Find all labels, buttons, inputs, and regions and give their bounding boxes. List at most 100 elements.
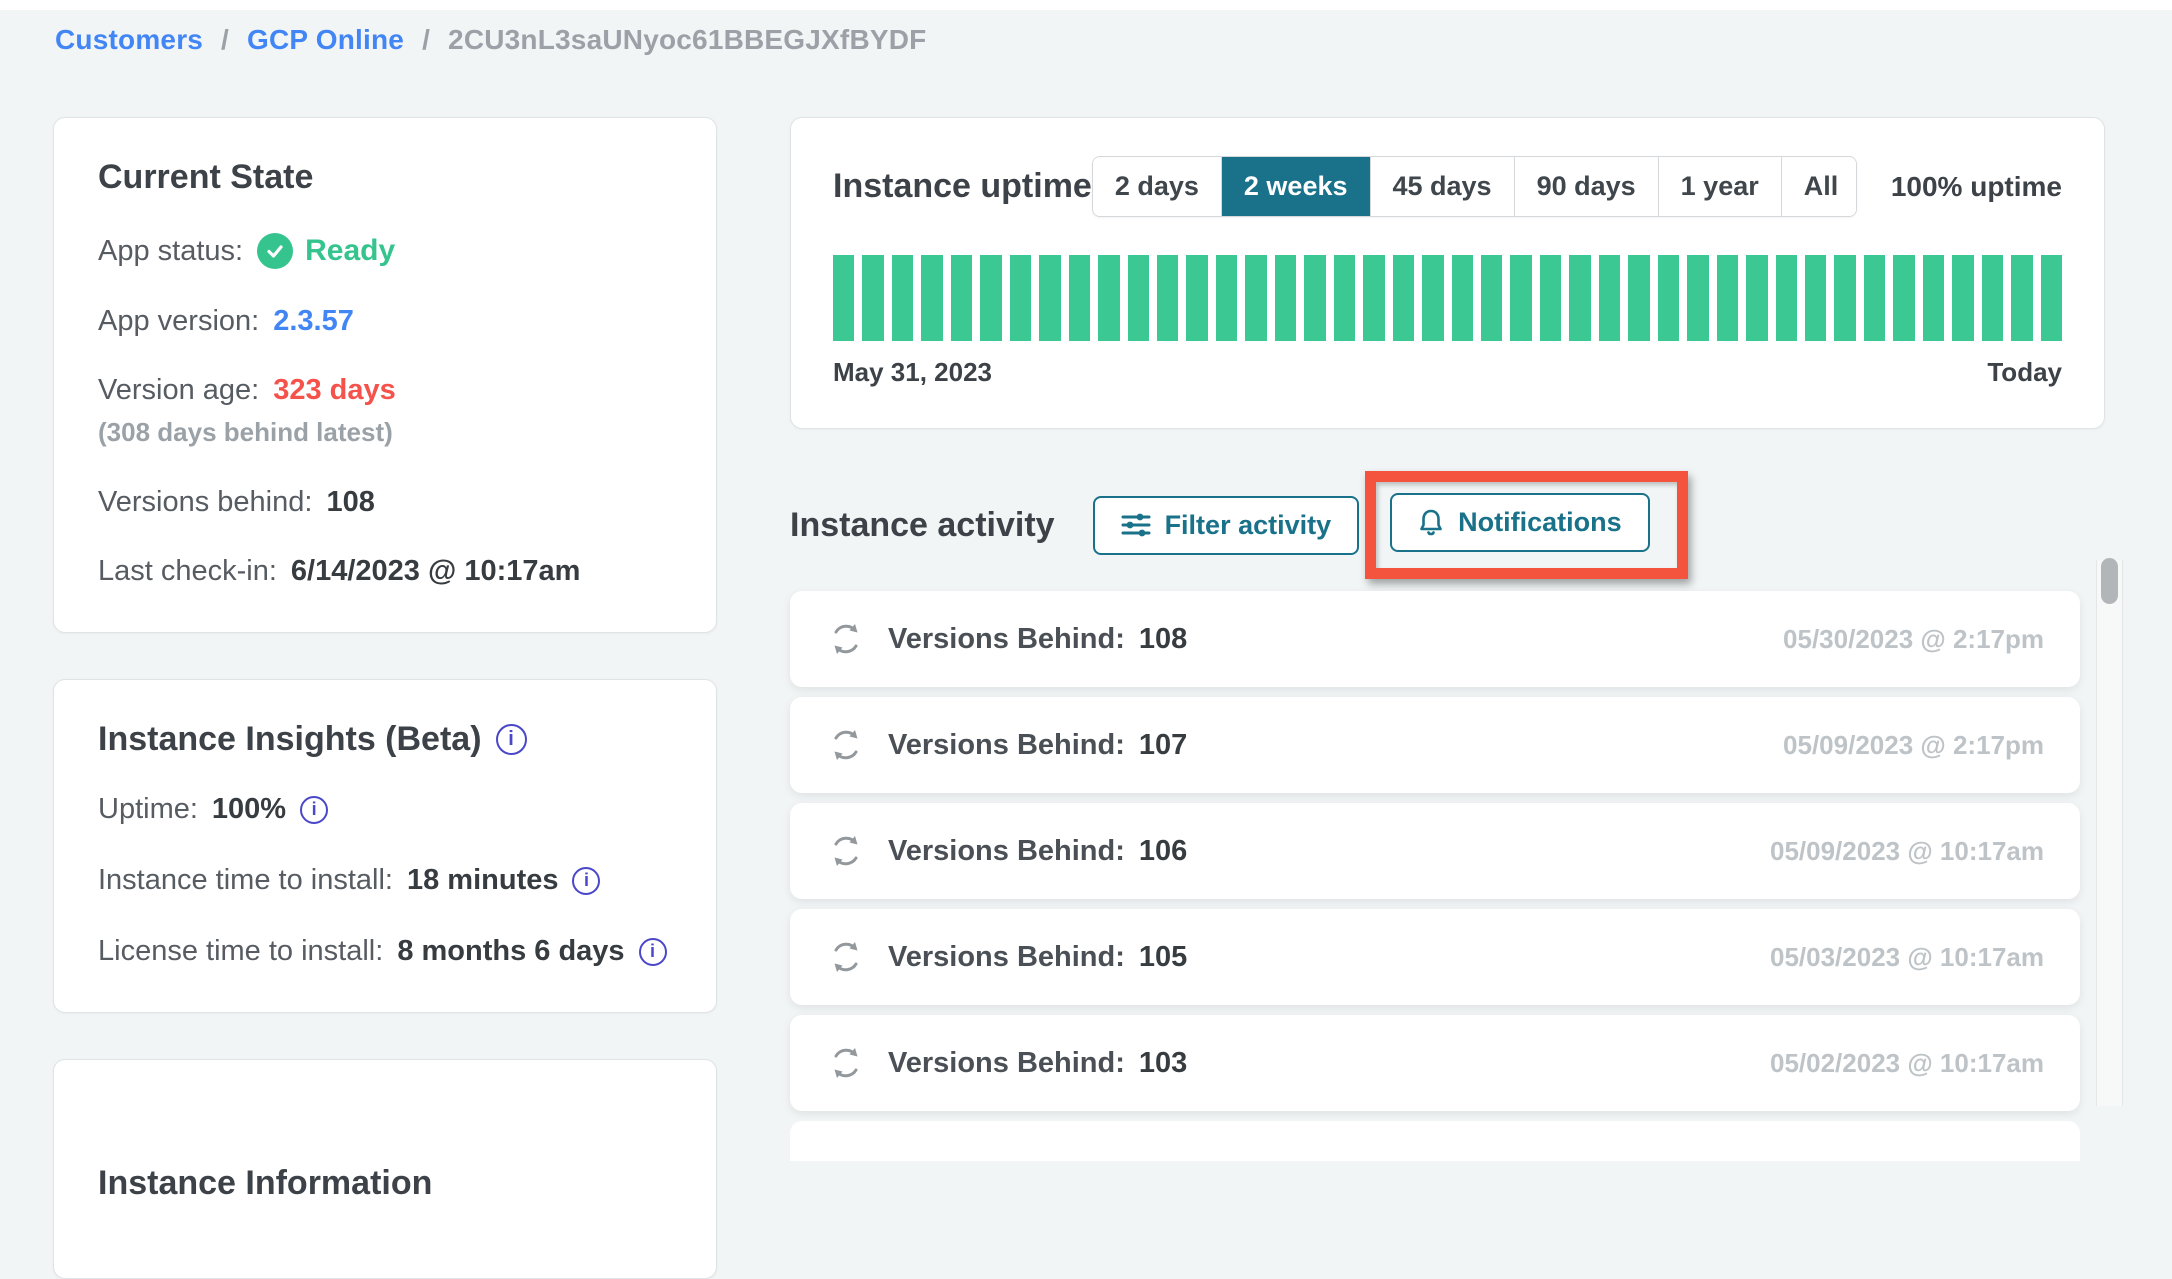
uptime-bar — [1452, 255, 1473, 341]
annotation-highlight-box: Notifications — [1365, 471, 1688, 579]
uptime-bar — [1245, 255, 1266, 341]
uptime-bar — [1186, 255, 1207, 341]
uptime-bar — [2011, 255, 2032, 341]
chart-start-date: May 31, 2023 — [833, 357, 992, 388]
uptime-chart-dates: May 31, 2023 Today — [833, 357, 2062, 388]
range-button-45-days[interactable]: 45 days — [1371, 157, 1515, 216]
activity-row-label: Versions Behind: — [888, 1047, 1125, 1080]
sync-icon — [826, 937, 866, 977]
uptime-bar — [1599, 255, 1620, 341]
activity-row-value: 105 — [1139, 941, 1187, 974]
breadcrumb: Customers / GCP Online / 2CU3nL3saUNyoc6… — [55, 24, 926, 56]
versions-behind-label: Versions behind: — [98, 486, 312, 519]
version-age-note: (308 days behind latest) — [98, 417, 672, 448]
instance-install-value: 18 minutes — [407, 864, 559, 897]
current-state-card: Current State App status: Ready App vers… — [53, 117, 717, 633]
activity-row-timestamp: 05/09/2023 @ 2:17pm — [1783, 730, 2044, 761]
activity-scrollbar-thumb[interactable] — [2101, 558, 2118, 604]
app-version-value[interactable]: 2.3.57 — [273, 305, 354, 338]
uptime-bar — [1864, 255, 1885, 341]
activity-row-value: 103 — [1139, 1047, 1187, 1080]
instance-information-card: Instance Information — [53, 1059, 717, 1279]
uptime-bar — [1923, 255, 1944, 341]
activity-row[interactable]: Versions Behind: 103 05/02/2023 @ 10:17a… — [790, 1015, 2080, 1111]
activity-row-partial[interactable] — [790, 1121, 2080, 1161]
breadcrumb-customers-link[interactable]: Customers — [55, 24, 203, 55]
uptime-bar — [1010, 255, 1031, 341]
filter-activity-label: Filter activity — [1165, 510, 1332, 541]
activity-row-label: Versions Behind: — [888, 941, 1125, 974]
activity-row[interactable]: Versions Behind: 105 05/03/2023 @ 10:17a… — [790, 909, 2080, 1005]
uptime-bar — [1540, 255, 1561, 341]
uptime-bar — [1275, 255, 1296, 341]
versions-behind-row: Versions behind: 108 — [98, 486, 672, 519]
uptime-bar — [1687, 255, 1708, 341]
uptime-bar — [833, 255, 854, 341]
sync-icon — [826, 1043, 866, 1083]
uptime-label: Uptime: — [98, 793, 198, 826]
sliders-icon — [1121, 512, 1151, 538]
uptime-bar — [1393, 255, 1414, 341]
breadcrumb-separator: / — [221, 24, 229, 55]
app-status-row: App status: Ready — [98, 233, 672, 269]
uptime-bar — [951, 255, 972, 341]
breadcrumb-customer-link[interactable]: GCP Online — [247, 24, 404, 55]
left-column: Current State App status: Ready App vers… — [53, 117, 717, 1279]
instance-information-title: Instance Information — [98, 1164, 672, 1203]
activity-row-label: Versions Behind: — [888, 835, 1125, 868]
instance-uptime-header: Instance uptime 2 days2 weeks45 days90 d… — [833, 156, 2062, 217]
status-check-icon — [257, 233, 293, 269]
uptime-bar — [1952, 255, 1973, 341]
instance-uptime-title: Instance uptime — [833, 167, 1092, 206]
range-button-2-days[interactable]: 2 days — [1093, 157, 1222, 216]
sync-icon — [826, 725, 866, 765]
instance-insights-title-row: Instance Insights (Beta) i — [98, 720, 672, 759]
activity-scrollbar-track[interactable] — [2096, 560, 2123, 1106]
info-icon[interactable]: i — [639, 938, 667, 966]
app-version-row: App version: 2.3.57 — [98, 305, 672, 338]
uptime-bar — [1717, 255, 1738, 341]
uptime-bar — [1216, 255, 1237, 341]
activity-row[interactable]: Versions Behind: 108 05/30/2023 @ 2:17pm — [790, 591, 2080, 687]
instance-insights-rows: Uptime: 100% i Instance time to install:… — [98, 793, 672, 968]
uptime-range-group: 2 days2 weeks45 days90 days1 yearAll — [1092, 156, 1857, 217]
uptime-bar — [1893, 255, 1914, 341]
range-button-all[interactable]: All — [1782, 157, 1857, 216]
info-icon[interactable]: i — [572, 867, 600, 895]
top-window-strip — [0, 0, 2172, 10]
info-icon[interactable]: i — [496, 724, 527, 755]
uptime-bar — [1334, 255, 1355, 341]
version-age-value: 323 days — [273, 374, 396, 407]
notifications-button[interactable]: Notifications — [1390, 493, 1650, 552]
range-button-1-year[interactable]: 1 year — [1659, 157, 1782, 216]
range-button-90-days[interactable]: 90 days — [1515, 157, 1659, 216]
range-button-2-weeks[interactable]: 2 weeks — [1222, 157, 1371, 216]
uptime-row: Uptime: 100% i — [98, 793, 672, 826]
uptime-bar — [1776, 255, 1797, 341]
activity-row-label: Versions Behind: — [888, 623, 1125, 656]
uptime-bar — [1510, 255, 1531, 341]
chart-end-date: Today — [1987, 357, 2062, 388]
uptime-bar — [1069, 255, 1090, 341]
notifications-label: Notifications — [1458, 507, 1622, 538]
right-column: Instance uptime 2 days2 weeks45 days90 d… — [790, 117, 2105, 1161]
info-icon[interactable]: i — [300, 796, 328, 824]
instance-activity-title: Instance activity — [790, 506, 1055, 545]
bell-icon — [1418, 508, 1444, 538]
uptime-bar — [1098, 255, 1119, 341]
activity-row-timestamp: 05/09/2023 @ 10:17am — [1770, 836, 2044, 867]
app-version-label: App version: — [98, 305, 259, 338]
activity-row[interactable]: Versions Behind: 107 05/09/2023 @ 2:17pm — [790, 697, 2080, 793]
uptime-bar — [1834, 255, 1855, 341]
uptime-bar — [1128, 255, 1149, 341]
uptime-bar — [1039, 255, 1060, 341]
sync-icon — [826, 831, 866, 871]
activity-row-label: Versions Behind: — [888, 729, 1125, 762]
activity-row-timestamp: 05/30/2023 @ 2:17pm — [1783, 624, 2044, 655]
activity-row[interactable]: Versions Behind: 106 05/09/2023 @ 10:17a… — [790, 803, 2080, 899]
uptime-bar — [892, 255, 913, 341]
filter-activity-button[interactable]: Filter activity — [1093, 496, 1360, 555]
instance-install-label: Instance time to install: — [98, 864, 393, 897]
activity-row-timestamp: 05/02/2023 @ 10:17am — [1770, 1048, 2044, 1079]
license-install-label: License time to install: — [98, 935, 383, 968]
